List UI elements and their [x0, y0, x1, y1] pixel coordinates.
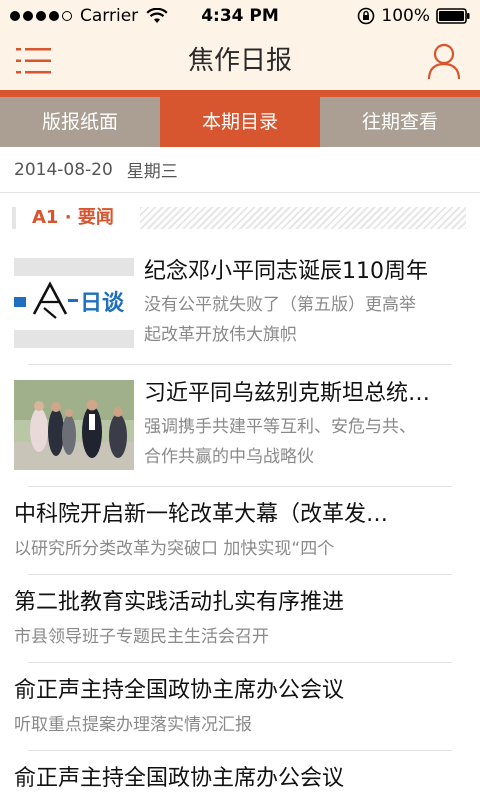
user-profile-icon[interactable] [426, 42, 462, 80]
article-thumbnail: 日谈 [14, 258, 134, 348]
article-list: 日谈 纪念邓小平同志诞辰110周年 没有公平就失败了（第五版）更高举 起改革开放… [0, 242, 480, 800]
status-right: 100% [357, 0, 470, 32]
tab-newspaper-pages[interactable]: 版报纸面 [0, 97, 160, 147]
issue-date: 2014-08-20 [14, 159, 113, 180]
article-item[interactable]: 俞正声主持全国政协主席办公会议 [0, 750, 480, 800]
article-title: 俞正声主持全国政协主席办公会议 [14, 678, 345, 703]
app-title: 焦作日报 [187, 46, 292, 76]
article-summary: 市县领导班子专题民主生活会召开 [14, 627, 269, 647]
tab-past-issues[interactable]: 往期查看 [320, 97, 480, 147]
article-summary: 以研究所分类改革为突破口 加快实现“四个 [14, 539, 335, 559]
article-title: 纪念邓小平同志诞辰110周年 [144, 259, 428, 284]
article-title: 习近平同乌兹别克斯坦总统… [144, 381, 431, 406]
article-summary: 听取重点提案办理落实情况汇报 [14, 715, 252, 735]
article-item[interactable]: 第二批教育实践活动扎实有序推进 市县领导班子专题民主生活会召开 [0, 574, 480, 663]
article-item[interactable]: 日谈 纪念邓小平同志诞辰110周年 没有公平就失败了（第五版）更高举 起改革开放… [0, 242, 480, 365]
rotation-lock-icon [358, 7, 375, 25]
tab-current-issue-contents[interactable]: 本期目录 [160, 97, 320, 147]
battery-percent: 100% [381, 6, 430, 26]
article-thumbnail [14, 380, 134, 470]
svg-text:日谈: 日谈 [80, 291, 125, 316]
news-photo [14, 380, 134, 470]
status-bar: Carrier 4:34 PM 100% [0, 0, 480, 32]
issue-weekday: 星期三 [126, 162, 178, 182]
article-summary: 强调携手共建平等互利、安危与共、 合作共赢的中乌战略伙 [144, 417, 416, 467]
section-title: A1 · 要闻 [32, 207, 114, 228]
tab-bar: 版报纸面 本期目录 往期查看 [0, 97, 480, 147]
article-summary: 没有公平就失败了（第五版）更高举 起改革开放伟大旗帜 [144, 295, 416, 345]
section-heading: A1 · 要闻 [0, 203, 480, 233]
battery-icon [436, 8, 470, 24]
article-item[interactable]: 习近平同乌兹别克斯坦总统… 强调携手共建平等互利、安危与共、 合作共赢的中乌战略… [0, 364, 480, 487]
issue-date-row: 2014-08-20 星期三 [0, 147, 480, 193]
header-accent-stripe [0, 90, 480, 97]
article-title: 第二批教育实践活动扎实有序推进 [14, 590, 345, 615]
app-header: 焦作日报 [0, 32, 480, 90]
section-marker [12, 207, 16, 229]
article-item[interactable]: 中科院开启新一轮改革大幕（改革发… 以研究所分类改革为突破口 加快实现“四个 [0, 486, 480, 575]
article-title: 俞正声主持全国政协主席办公会议 [14, 766, 345, 791]
column-logo-icon: 日谈 [14, 258, 134, 348]
article-item[interactable]: 俞正声主持全国政协主席办公会议 听取重点提案办理落实情况汇报 [0, 662, 480, 751]
section-hatch-decoration [140, 207, 466, 229]
article-title: 中科院开启新一轮改革大幕（改革发… [14, 502, 389, 527]
